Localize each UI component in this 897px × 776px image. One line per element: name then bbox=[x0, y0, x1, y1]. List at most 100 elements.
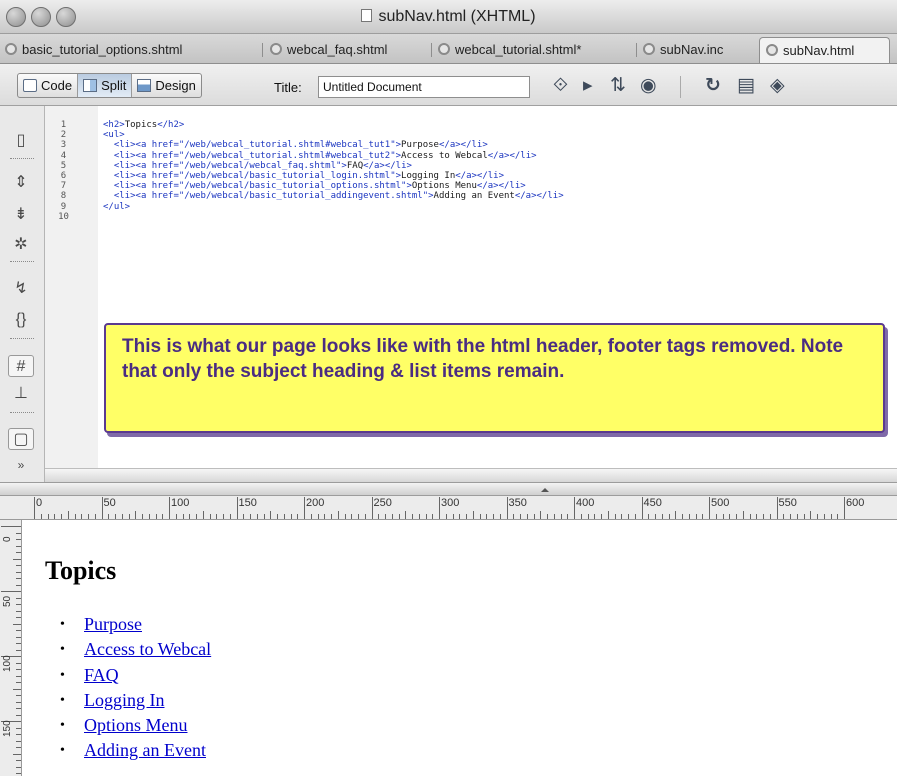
split-divider[interactable] bbox=[0, 482, 897, 496]
code-line[interactable]: <h2>Topics</h2> bbox=[103, 120, 883, 130]
ruler-tick bbox=[67, 511, 69, 519]
code-line[interactable]: </ul> bbox=[103, 202, 883, 212]
resize-grip-icon[interactable] bbox=[541, 488, 549, 492]
line-numbers-icon[interactable]: # bbox=[8, 355, 34, 377]
ruler-tick bbox=[16, 578, 21, 579]
ruler-tick bbox=[614, 514, 616, 519]
code-view-button[interactable]: Code bbox=[18, 74, 79, 97]
open-documents-icon[interactable]: ▯ bbox=[8, 130, 34, 152]
ruler-tick bbox=[115, 514, 116, 519]
file-tab-icon bbox=[5, 43, 17, 55]
code-line[interactable]: <li><a href="/web/webcal_tutorial.shtml#… bbox=[103, 140, 883, 150]
code-line[interactable]: <li><a href="/web/webcal/basic_tutorial_… bbox=[103, 171, 883, 181]
file-management-icon[interactable]: ⇅ bbox=[610, 75, 626, 97]
ruler-tick bbox=[749, 514, 751, 519]
tab-divider bbox=[262, 43, 263, 57]
more-chevron-icon[interactable]: » bbox=[8, 454, 34, 476]
ruler-tick bbox=[236, 497, 238, 519]
ruler-label: 500 bbox=[711, 497, 730, 509]
code-line[interactable]: <ul> bbox=[103, 130, 883, 140]
document-toolbar: Code Split Design Title: ⟐ ▸ ⇅ ◉ ↻ ▤ ◈ bbox=[0, 64, 897, 106]
tab-label: subNav.html bbox=[783, 43, 855, 58]
balance-braces-icon[interactable]: {} bbox=[8, 309, 34, 331]
ruler-tick bbox=[304, 497, 305, 519]
ruler-tick bbox=[655, 514, 656, 519]
tab-webcal-tutorial[interactable]: webcal_tutorial.shtml* bbox=[438, 37, 581, 63]
ruler-tick bbox=[736, 514, 737, 519]
ruler-tick bbox=[16, 669, 21, 670]
topic-link[interactable]: Purpose bbox=[84, 614, 142, 634]
code-line[interactable]: <li><a href="/web/webcal/basic_tutorial_… bbox=[103, 191, 883, 201]
code-line[interactable]: <li><a href="/web/webcal/basic_tutorial_… bbox=[103, 181, 883, 191]
code-line[interactable]: <li><a href="/web/webcal/webcal_faq.shtm… bbox=[103, 161, 883, 171]
validate-markup-icon[interactable]: ⟐ bbox=[553, 75, 568, 97]
line-number: 9 bbox=[60, 201, 67, 212]
ruler-tick bbox=[472, 511, 474, 519]
sidebar-separator bbox=[10, 412, 34, 413]
topic-link[interactable]: Logging In bbox=[84, 690, 165, 710]
view-options-icon[interactable]: ▤ bbox=[737, 75, 755, 97]
split-view-icon bbox=[83, 79, 98, 92]
ruler-tick bbox=[560, 514, 562, 519]
ruler-tick bbox=[425, 514, 427, 519]
ruler-tick bbox=[385, 514, 386, 519]
design-view-button[interactable]: Design bbox=[132, 74, 200, 97]
topic-link[interactable]: Access to Webcal bbox=[84, 639, 211, 659]
code-horizontal-scrollbar[interactable] bbox=[45, 468, 897, 482]
bullet-icon: • bbox=[60, 642, 65, 658]
ruler-tick bbox=[661, 514, 663, 519]
expand-all-icon[interactable]: ✲ bbox=[8, 234, 34, 256]
split-view-button[interactable]: Split bbox=[78, 74, 133, 97]
ruler-tick bbox=[135, 511, 137, 519]
ruler-tick bbox=[688, 514, 690, 519]
ruler-tick bbox=[432, 514, 434, 519]
tab-basic-tutorial-options[interactable]: basic_tutorial_options.shtml bbox=[5, 37, 182, 63]
tab-subnav-inc[interactable]: subNav.inc bbox=[643, 37, 723, 63]
ruler-tick bbox=[837, 514, 839, 519]
ruler-label: 400 bbox=[576, 497, 595, 509]
split-view-label: Split bbox=[101, 78, 127, 93]
refresh-icon[interactable]: ↻ bbox=[705, 75, 721, 97]
ruler-tick bbox=[830, 514, 832, 519]
topic-link[interactable]: FAQ bbox=[84, 665, 119, 685]
topic-link[interactable]: Options Menu bbox=[84, 715, 188, 735]
document-title-label: Title: bbox=[274, 80, 302, 95]
tab-label: webcal_faq.shtml bbox=[287, 42, 388, 57]
ruler-tick bbox=[162, 514, 164, 519]
visual-aids-icon[interactable]: ◈ bbox=[770, 75, 785, 97]
collapse-tag-icon[interactable]: ⇕ bbox=[8, 172, 34, 194]
list-item: • Options Menu bbox=[60, 713, 211, 738]
preview-in-browser-icon[interactable]: ◉ bbox=[640, 75, 657, 97]
select-parent-tag-icon[interactable]: ↯ bbox=[8, 278, 34, 300]
ruler-tick bbox=[1, 591, 21, 592]
line-number: 2 bbox=[60, 130, 67, 141]
ruler-tick bbox=[16, 636, 21, 638]
ruler-label: 150 bbox=[2, 720, 13, 737]
design-view-pane[interactable]: 0 50 100 150 200 250 300 350 400 450 500 550 600 0 50… bbox=[0, 496, 897, 776]
ruler-label: 50 bbox=[2, 595, 13, 607]
ruler-tick bbox=[783, 514, 785, 519]
document-title-input[interactable] bbox=[318, 76, 530, 98]
check-browser-icon[interactable]: ▸ bbox=[583, 75, 593, 97]
ruler-tick bbox=[371, 497, 373, 519]
file-tab-icon bbox=[766, 44, 778, 56]
ruler-tick bbox=[479, 514, 481, 519]
ruler-tick bbox=[310, 514, 312, 519]
topic-link[interactable]: Adding an Event bbox=[84, 740, 206, 760]
ruler-tick bbox=[250, 514, 251, 519]
apply-comment-icon[interactable]: ▢ bbox=[8, 428, 34, 450]
tab-subnav-html[interactable]: subNav.html bbox=[759, 37, 890, 63]
code-text[interactable]: <h2>Topics</h2> <ul> <li><a href="/web/we… bbox=[103, 120, 883, 222]
ruler-tick bbox=[553, 514, 555, 519]
ruler-tick bbox=[594, 514, 596, 519]
ruler-tick bbox=[412, 514, 413, 519]
ruler-label: 350 bbox=[508, 497, 527, 509]
code-line[interactable]: <li><a href="/web/webcal_tutorial.shtml#… bbox=[103, 151, 883, 161]
collapse-selection-icon[interactable]: ⇟ bbox=[8, 204, 34, 226]
code-line[interactable] bbox=[103, 212, 883, 222]
list-item: • Purpose bbox=[60, 612, 211, 637]
ruler-tick bbox=[763, 514, 764, 519]
highlight-invalid-code-icon[interactable]: ⊥ bbox=[8, 383, 34, 405]
tab-webcal-faq[interactable]: webcal_faq.shtml bbox=[270, 37, 387, 63]
bullet-icon: • bbox=[60, 743, 65, 759]
